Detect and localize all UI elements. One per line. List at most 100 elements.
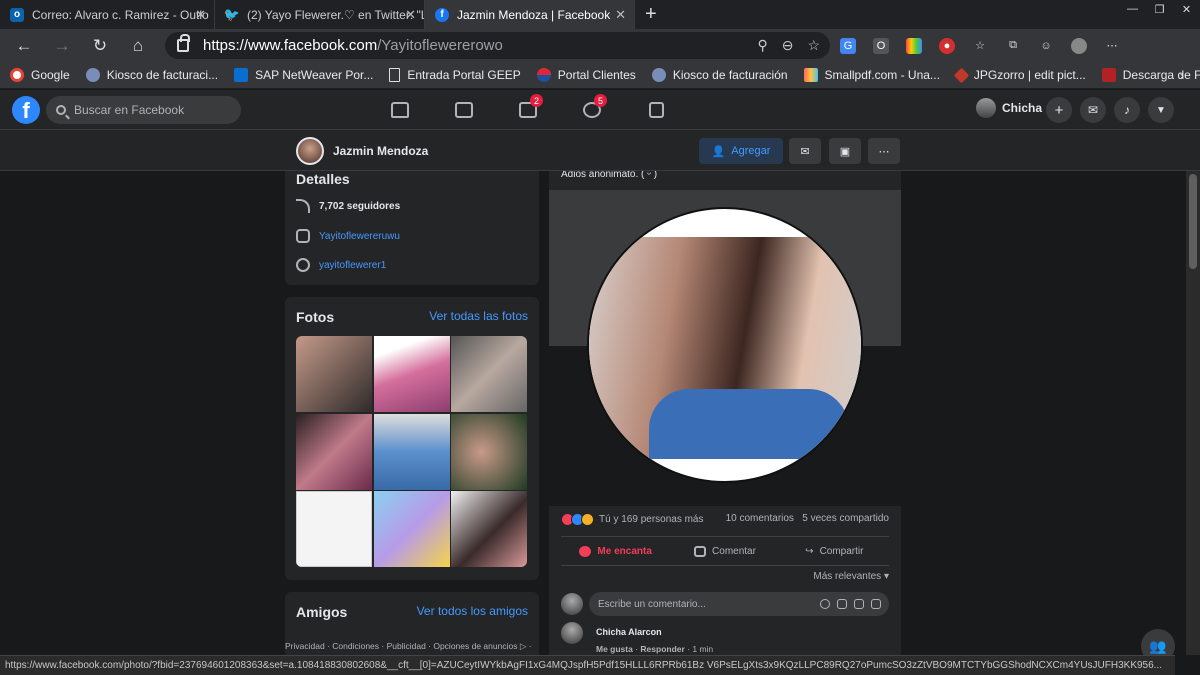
comment-avatar[interactable] <box>561 622 583 644</box>
photo-thumbnail[interactable] <box>296 336 372 412</box>
share-icon: ↪ <box>805 545 814 557</box>
bookmark-item[interactable]: Entrada Portal GEEP <box>389 68 521 82</box>
profile-avatar-icon[interactable] <box>1071 37 1087 54</box>
bookmark-item[interactable]: Descarga de Factur... <box>1101 68 1200 82</box>
add-friend-button[interactable]: 👤 Agregar <box>699 138 783 164</box>
heart-icon <box>579 545 592 557</box>
search-icon[interactable]: ⚲ <box>757 37 767 54</box>
refresh-icon[interactable]: ↻ <box>81 36 119 56</box>
back-icon[interactable]: ← <box>5 36 43 56</box>
close-icon[interactable]: ✕ <box>615 7 626 23</box>
comment-input[interactable]: Escribe un comentario... <box>589 592 889 616</box>
photo-thumbnail[interactable] <box>373 491 450 567</box>
see-all-photos-link[interactable]: Ver todas las fotos <box>429 309 528 323</box>
colorful-extension-icon[interactable] <box>906 37 922 54</box>
close-window-icon[interactable]: ✕ <box>1173 0 1200 18</box>
bookmark-item[interactable]: Kiosco de facturación <box>651 68 788 82</box>
adblock-icon[interactable]: ● <box>939 37 955 54</box>
descarga-icon <box>1101 68 1116 82</box>
twitter-link[interactable]: yayitoflewerer1 <box>296 258 386 272</box>
create-button[interactable]: + <box>1046 97 1072 123</box>
tab-twitter[interactable]: 🐦 (2) Yayo Flewerer.♡ en Twitter: "L ✕ <box>215 0 425 29</box>
comment-author[interactable]: Chicha Alarcon <box>596 627 662 637</box>
favorite-star-icon[interactable]: ☆ <box>807 37 820 54</box>
new-tab-button[interactable]: + <box>635 0 667 29</box>
love-button[interactable]: Me encanta <box>561 537 670 565</box>
tab-facebook[interactable]: f Jazmin Mendoza | Facebook ✕ <box>425 0 635 29</box>
translate-icon[interactable]: G <box>840 37 856 54</box>
bookmark-item[interactable]: SAP NetWeaver Por... <box>234 68 373 82</box>
account-menu-button[interactable]: ▼ <box>1148 97 1174 123</box>
messenger-button[interactable]: ✉ <box>1080 97 1106 123</box>
restore-icon[interactable]: ❐ <box>1146 0 1173 18</box>
photo-thumbnail[interactable] <box>451 336 527 412</box>
reply-link[interactable]: Responder <box>640 644 684 654</box>
comments-count[interactable]: 10 comentarios <box>726 513 794 524</box>
profile-photo[interactable] <box>587 207 863 483</box>
office-icon[interactable]: O <box>873 37 889 54</box>
close-icon[interactable]: ✕ <box>195 7 206 23</box>
favorites-icon[interactable]: ☆ <box>972 38 988 54</box>
notifications-button[interactable]: ♪ <box>1114 97 1140 123</box>
scrollbar-thumb[interactable] <box>1189 174 1197 269</box>
facebook-logo-icon[interactable]: f <box>12 96 40 124</box>
main-nav: 2 5 <box>368 90 688 130</box>
home-icon[interactable]: ⌂ <box>119 36 157 56</box>
post-photo[interactable] <box>549 190 901 506</box>
nav-groups[interactable]: 5 <box>560 90 624 130</box>
zoom-icon[interactable]: ⊖ <box>782 37 794 54</box>
nav-gaming[interactable] <box>624 90 688 130</box>
gif-icon[interactable] <box>854 599 864 609</box>
footer-links[interactable]: Privacidad · Condiciones · Publicidad · … <box>285 641 532 652</box>
shares-count[interactable]: 5 veces compartido <box>802 513 889 524</box>
chevron-right-icon[interactable]: › <box>1179 67 1184 83</box>
bookmark-item[interactable]: Google <box>10 68 70 82</box>
bookmark-item[interactable]: Smallpdf.com - Una... <box>803 68 940 82</box>
messenger-icon: ✉ <box>1087 103 1099 117</box>
comment-sort-dropdown[interactable]: Más relevantes ▾ <box>813 571 889 582</box>
share-button[interactable]: ↪ Compartir <box>780 537 889 565</box>
search-input[interactable]: Buscar en Facebook <box>46 96 241 124</box>
more-menu-icon[interactable]: ⋯ <box>1104 38 1120 54</box>
bookmark-item[interactable]: Portal Clientes <box>536 68 636 82</box>
bookmark-item[interactable]: JPGzorro | edit pict... <box>953 67 1086 83</box>
avatar[interactable] <box>561 593 583 615</box>
photo-thumbnail[interactable] <box>373 413 450 490</box>
photo-thumbnail[interactable] <box>373 336 450 412</box>
instagram-link[interactable]: Yayitoflewereruwu <box>296 229 400 243</box>
sticker-icon[interactable] <box>871 599 881 609</box>
address-bar[interactable]: https://www.facebook.com/Yayitoflewerero… <box>165 32 830 59</box>
comment-button[interactable]: Comentar <box>670 537 779 565</box>
profile-avatar[interactable] <box>296 137 324 165</box>
minimize-icon[interactable]: — <box>1119 0 1146 18</box>
collections-icon[interactable]: ⧉ <box>1005 38 1021 54</box>
bookmark-item[interactable]: Kiosco de facturaci... <box>85 68 218 82</box>
nav-home[interactable] <box>368 90 432 130</box>
nav-marketplace[interactable]: 2 <box>496 90 560 130</box>
profile-shortcut[interactable]: Chicha <box>976 98 1042 118</box>
like-comment-link[interactable]: Me gusta <box>596 644 633 654</box>
post-actions: Me encanta Comentar ↪ Compartir <box>561 536 889 566</box>
page-scrollbar[interactable] <box>1186 171 1200 655</box>
photo-thumbnail[interactable] <box>451 413 527 490</box>
follow-button[interactable]: ▣ <box>829 138 861 164</box>
photo-thumbnail[interactable] <box>296 491 372 567</box>
feedback-icon[interactable]: ☺ <box>1038 38 1054 54</box>
tab-outlook[interactable]: o Correo: Alvaro c. Ramirez - Outlo ✕ <box>0 0 215 29</box>
profile-sticky-bar: Jazmin Mendoza 👤 Agregar ✉ ▣ ⋯ <box>0 130 1200 171</box>
see-all-friends-link[interactable]: Ver todos los amigos <box>417 604 528 618</box>
photo-thumbnail[interactable] <box>296 413 372 490</box>
photo-grid <box>296 336 527 567</box>
camera-icon[interactable] <box>837 599 847 609</box>
emoji-icon[interactable] <box>820 599 830 609</box>
add-person-icon: 👤 <box>711 145 726 158</box>
message-button[interactable]: ✉ <box>789 138 821 164</box>
profile-name[interactable]: Jazmin Mendoza <box>333 144 428 158</box>
facebook-icon: f <box>435 7 449 22</box>
reactions-summary[interactable]: Tú y 169 personas más <box>561 513 704 526</box>
forward-icon[interactable]: → <box>43 36 81 56</box>
close-icon[interactable]: ✕ <box>405 7 416 23</box>
nav-watch[interactable] <box>432 90 496 130</box>
photo-thumbnail[interactable] <box>451 491 527 567</box>
more-options-button[interactable]: ⋯ <box>868 138 900 164</box>
